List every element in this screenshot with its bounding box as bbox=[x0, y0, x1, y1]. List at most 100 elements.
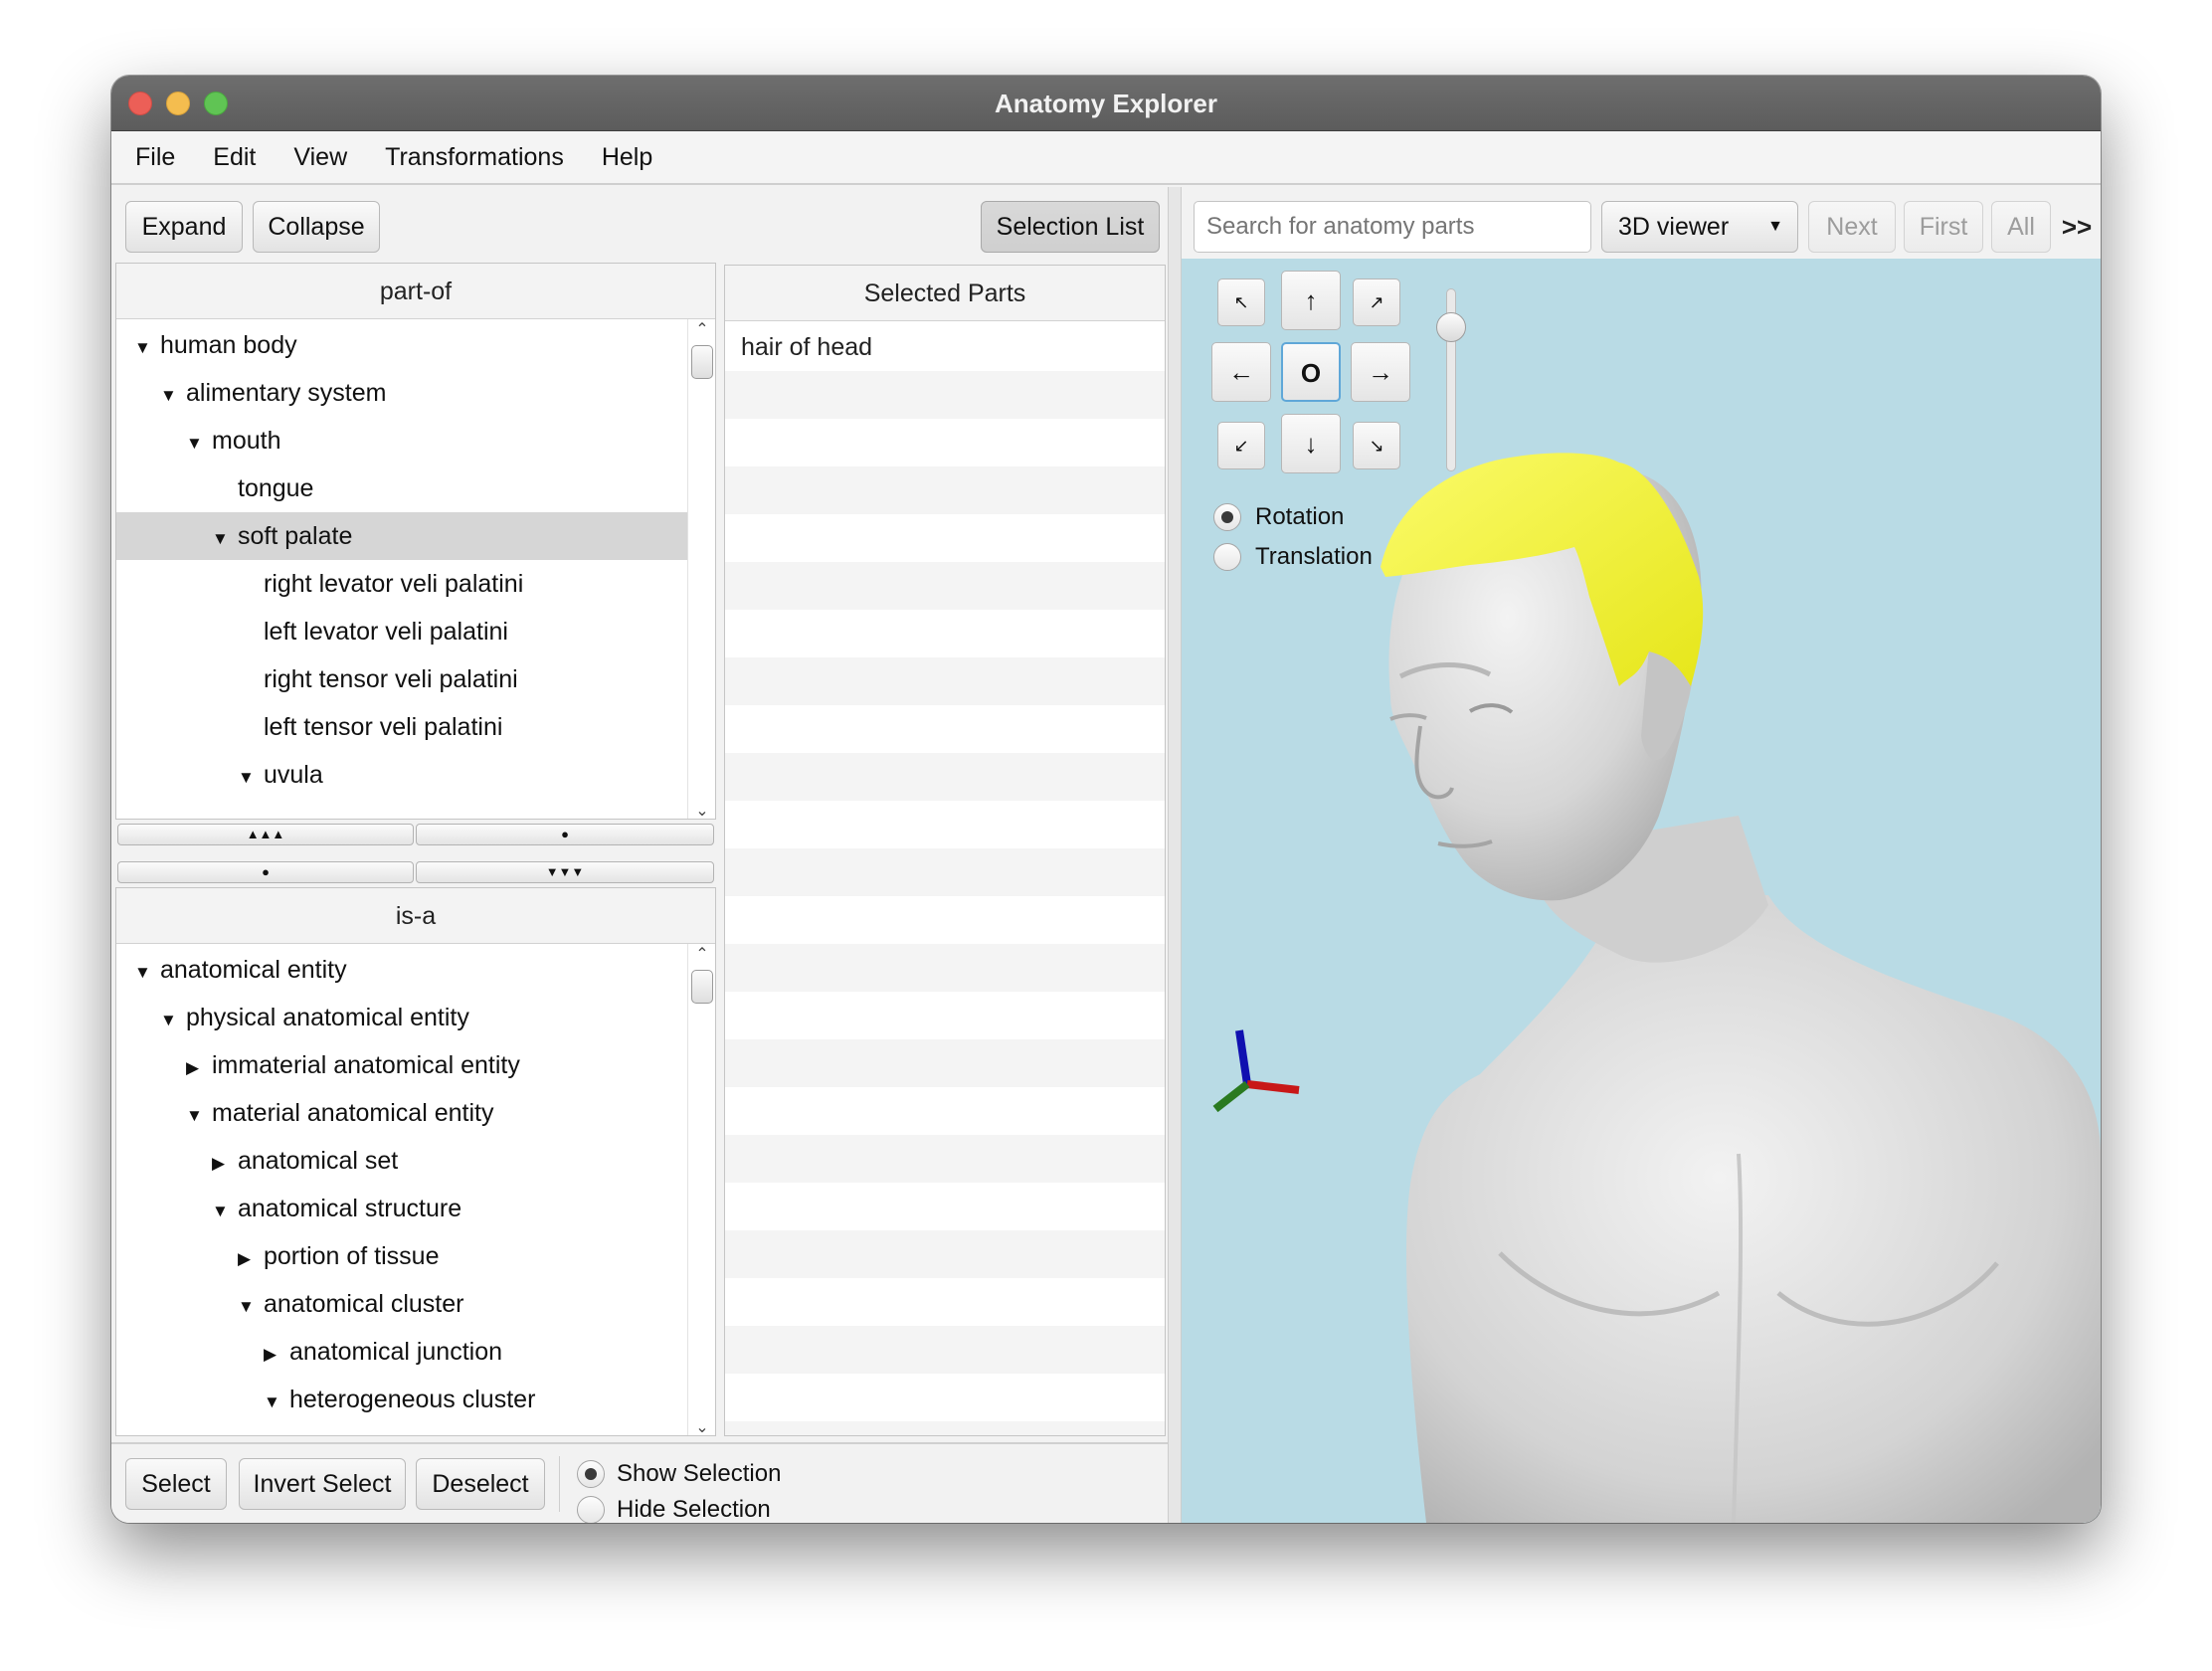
torso-shape bbox=[1405, 895, 2101, 1523]
tree-row-label: tongue bbox=[238, 474, 314, 502]
list-item bbox=[725, 896, 1165, 944]
list-item[interactable]: hair of head bbox=[725, 323, 1165, 371]
move-down-button[interactable]: ▼▼▼ bbox=[416, 861, 714, 883]
list-item bbox=[725, 1087, 1165, 1135]
collapse-arrow-icon[interactable]: ▼ bbox=[134, 324, 152, 372]
is-a-header: is-a bbox=[116, 888, 715, 944]
menu-edit[interactable]: Edit bbox=[213, 143, 256, 172]
tree-row-label: physical anatomical entity bbox=[186, 1004, 469, 1031]
list-item bbox=[725, 992, 1165, 1039]
collapse-arrow-icon[interactable]: ▼ bbox=[160, 372, 178, 420]
scroll-up-arrow[interactable]: ⌃ bbox=[688, 319, 715, 339]
list-item bbox=[725, 657, 1165, 705]
expand-arrow-icon[interactable]: ▶ bbox=[186, 1044, 204, 1092]
title-bar: Anatomy Explorer bbox=[111, 76, 2101, 131]
tree-row[interactable]: tongue bbox=[116, 464, 687, 512]
collapse-arrow-icon[interactable]: ▼ bbox=[160, 997, 178, 1044]
tree-row[interactable]: ▼ heterogeneous cluster bbox=[116, 1376, 687, 1423]
menu-file[interactable]: File bbox=[135, 143, 175, 172]
move-up-button[interactable]: ▲▲▲ bbox=[117, 824, 414, 845]
tree-row-label: anatomical junction bbox=[289, 1338, 503, 1366]
collapse-arrow-icon[interactable]: ▼ bbox=[186, 1092, 204, 1140]
deselect-button[interactable]: Deselect bbox=[416, 1458, 545, 1510]
expand-arrow-icon[interactable]: ▶ bbox=[212, 1140, 230, 1188]
is-a-scrollbar[interactable]: ⌃ ⌄ bbox=[687, 944, 715, 1435]
3d-viewer[interactable]: ↖ ↑ ↗ ← O → ↙ ↓ ↘ Rotation Translation bbox=[1182, 259, 2101, 1523]
collapse-button[interactable]: Collapse bbox=[253, 201, 380, 253]
invert-select-button[interactable]: Invert Select bbox=[239, 1458, 406, 1510]
tree-row[interactable]: ▼ uvula bbox=[116, 751, 687, 799]
tree-row-label: portion of tissue bbox=[264, 1242, 440, 1270]
tree-row[interactable]: ▶ anatomical junction bbox=[116, 1328, 687, 1376]
expand-arrow-icon[interactable]: ▶ bbox=[238, 1235, 256, 1283]
scroll-down-arrow[interactable]: ⌄ bbox=[688, 801, 715, 819]
center-split-button[interactable]: ● bbox=[117, 861, 414, 883]
next-button[interactable]: Next bbox=[1808, 201, 1896, 253]
tree-row[interactable]: right tensor veli palatini bbox=[116, 655, 687, 703]
collapse-arrow-icon[interactable]: ▼ bbox=[134, 949, 152, 997]
hide-selection-radio[interactable] bbox=[577, 1496, 605, 1523]
expand-button[interactable]: Expand bbox=[125, 201, 243, 253]
menu-transformations[interactable]: Transformations bbox=[385, 143, 564, 172]
show-selection-radio[interactable] bbox=[577, 1460, 605, 1488]
list-item bbox=[725, 1183, 1165, 1230]
list-item bbox=[725, 1039, 1165, 1087]
collapse-arrow-icon[interactable]: ▼ bbox=[212, 515, 230, 563]
select-button[interactable]: Select bbox=[125, 1458, 227, 1510]
axis-z-line bbox=[1235, 1029, 1251, 1085]
expand-arrow-icon[interactable]: ▶ bbox=[264, 1331, 281, 1379]
center-split-button[interactable]: ● bbox=[416, 824, 714, 845]
list-item bbox=[725, 562, 1165, 610]
tree-row[interactable]: left tensor veli palatini bbox=[116, 703, 687, 751]
tree-row[interactable]: ▶ anatomical set bbox=[116, 1137, 687, 1185]
separator bbox=[559, 1456, 560, 1512]
collapse-arrow-icon[interactable]: ▼ bbox=[212, 1188, 230, 1235]
collapse-arrow-icon[interactable]: ▼ bbox=[238, 754, 256, 802]
tree-row-label: material anatomical entity bbox=[212, 1099, 494, 1127]
part-of-scrollbar[interactable]: ⌃ ⌄ bbox=[687, 319, 715, 819]
tree-row-label: anatomical structure bbox=[238, 1195, 462, 1222]
tree-row[interactable]: ▼ mouth bbox=[116, 417, 687, 464]
tree-row[interactable]: ▶ portion of tissue bbox=[116, 1232, 687, 1280]
scroll-up-arrow[interactable]: ⌃ bbox=[688, 944, 715, 964]
collapse-arrow-icon[interactable]: ▼ bbox=[186, 420, 204, 467]
tree-row-label: soft palate bbox=[238, 522, 353, 550]
tree-row[interactable]: ▼ physical anatomical entity bbox=[116, 994, 687, 1041]
overflow-menu-icon[interactable]: >> bbox=[2057, 201, 2097, 253]
tree-row[interactable]: ▼ human body bbox=[116, 321, 687, 369]
scroll-down-arrow[interactable]: ⌄ bbox=[688, 1417, 715, 1435]
tree-row[interactable]: ▼ anatomical structure bbox=[116, 1185, 687, 1232]
menu-help[interactable]: Help bbox=[602, 143, 652, 172]
hide-selection-label: Hide Selection bbox=[617, 1496, 771, 1523]
bottom-divider bbox=[111, 1442, 1168, 1444]
tree-row[interactable]: ▼ alimentary system bbox=[116, 369, 687, 417]
all-button[interactable]: All bbox=[1991, 201, 2051, 253]
viewer-mode-select[interactable]: 3D viewer ▼ bbox=[1601, 201, 1798, 253]
tree-row[interactable]: ▼ anatomical entity bbox=[116, 946, 687, 994]
first-button[interactable]: First bbox=[1904, 201, 1983, 253]
menu-view[interactable]: View bbox=[293, 143, 347, 172]
panel-splitter[interactable] bbox=[1168, 187, 1182, 1523]
tree-row-label: right levator veli palatini bbox=[264, 570, 524, 598]
list-item bbox=[725, 705, 1165, 753]
tree-row-label: left tensor veli palatini bbox=[264, 713, 503, 741]
tree-row[interactable]: ▶ immaterial anatomical entity bbox=[116, 1041, 687, 1089]
scroll-thumb[interactable] bbox=[691, 345, 713, 379]
tree-row[interactable]: ▼ material anatomical entity bbox=[116, 1089, 687, 1137]
scroll-thumb[interactable] bbox=[691, 970, 713, 1004]
tree-row-label: uvula bbox=[264, 761, 323, 789]
collapse-arrow-icon[interactable]: ▼ bbox=[264, 1379, 281, 1426]
viewer-mode-value: 3D viewer bbox=[1618, 213, 1730, 241]
list-item bbox=[725, 1374, 1165, 1421]
tree-row[interactable]: ▼ soft palate bbox=[116, 512, 687, 560]
list-item bbox=[725, 801, 1165, 848]
axis-y-line bbox=[1212, 1080, 1250, 1113]
search-input[interactable] bbox=[1194, 201, 1591, 253]
tree-row[interactable]: right levator veli palatini bbox=[116, 560, 687, 608]
part-of-tree: part-of ▼ human body ▼ alimentary system ▼ mo… bbox=[115, 263, 716, 820]
tree-row-label: immaterial anatomical entity bbox=[212, 1051, 520, 1079]
tree-row[interactable]: left levator veli palatini bbox=[116, 608, 687, 655]
collapse-arrow-icon[interactable]: ▼ bbox=[238, 1283, 256, 1331]
selection-list-toggle[interactable]: Selection List bbox=[981, 201, 1160, 253]
tree-row[interactable]: ▼ anatomical cluster bbox=[116, 1280, 687, 1328]
